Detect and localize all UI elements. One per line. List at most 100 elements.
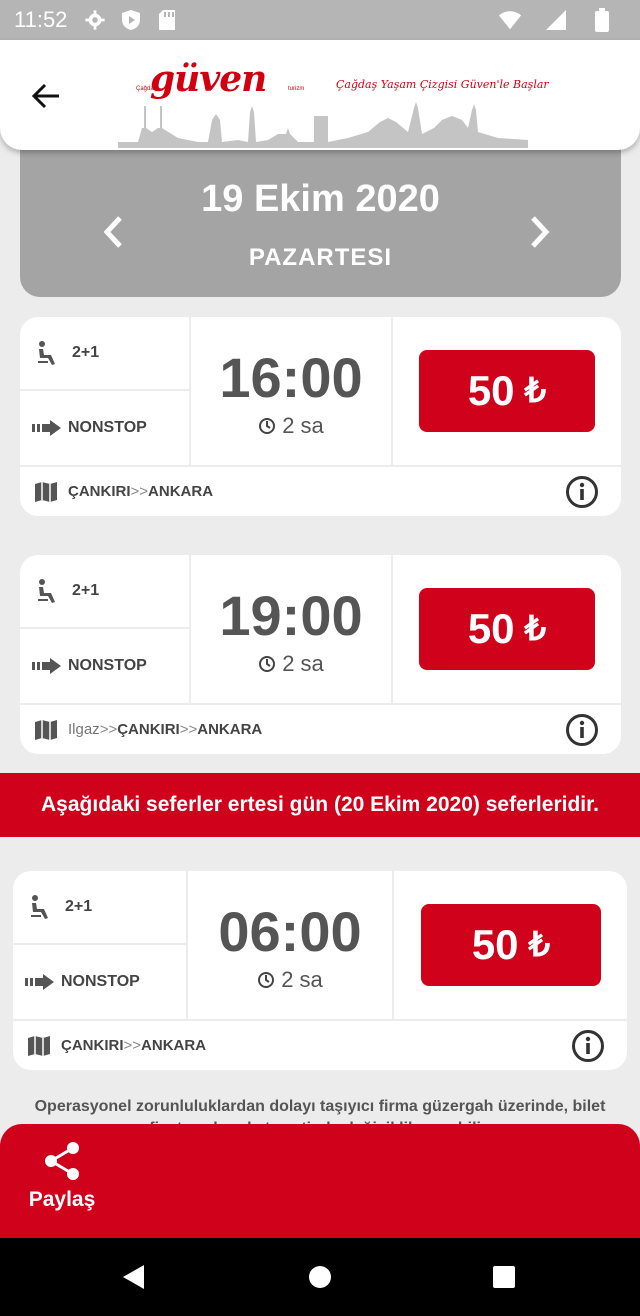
system-nav-bar <box>0 1238 640 1316</box>
chevron-right-icon <box>531 216 550 248</box>
trip-card[interactable]: 2+1 NONSTOP 06:00 2 sa 50 ₺ ÇANKIRI>>ANK… <box>13 871 627 1070</box>
seat-icon <box>38 579 55 603</box>
brand-logo: Çağdaş güven turizm Çağdaş Yaşam Çizgisi… <box>118 50 549 148</box>
price-column: 50 ₺ <box>394 871 627 1019</box>
route-stop: ÇANKIRI <box>61 1037 124 1054</box>
share-label: Paylaş <box>28 1188 96 1211</box>
stop-type-row: NONSTOP <box>20 391 189 465</box>
route-separator: >> <box>179 721 198 738</box>
route-stop: ANKARA <box>141 1037 207 1054</box>
square-recents-icon <box>493 1266 515 1288</box>
seat-icon <box>31 895 48 919</box>
arrow-right-icon <box>25 974 54 990</box>
duration: 2 sa <box>191 413 391 439</box>
stop-type: NONSTOP <box>61 973 140 990</box>
trip-card[interactable]: 2+1 NONSTOP 19:00 2 sa 50 ₺ Ilgaz>>ÇANKI… <box>20 555 621 754</box>
city-skyline-icon <box>118 102 528 148</box>
price-button[interactable]: 50 ₺ <box>421 904 601 986</box>
duration-text: 2 sa <box>281 967 323 992</box>
previous-day-button[interactable] <box>98 212 128 252</box>
back-button[interactable] <box>26 78 66 114</box>
route-prefix: Ilgaz <box>68 721 100 738</box>
price-value: 50 <box>467 605 515 652</box>
route-separator: >> <box>99 721 118 738</box>
seat-layout: 2+1 <box>65 898 93 915</box>
departure-time: 19:00 <box>219 584 363 647</box>
arrow-right-icon <box>32 658 61 674</box>
trip-info-button[interactable] <box>571 1029 605 1063</box>
shield-play-icon <box>119 8 143 32</box>
trip-info-button[interactable] <box>565 475 599 509</box>
triangle-back-icon <box>123 1265 144 1289</box>
route-stop: ÇANKIRI <box>68 483 131 500</box>
route-row: ÇANKIRI>>ANKARA <box>13 1019 627 1070</box>
route-row: ÇANKIRI>>ANKARA <box>20 465 621 516</box>
trip-info-column: 2+1 NONSTOP <box>20 555 191 703</box>
trip-info-column: 2+1 NONSTOP <box>20 317 191 465</box>
route-text: ÇANKIRI>>ANKARA <box>61 1037 206 1054</box>
stop-type: NONSTOP <box>68 419 147 436</box>
departure-column: 16:00 2 sa <box>191 317 393 465</box>
stop-type-row: NONSTOP <box>13 945 186 1019</box>
battery-icon <box>590 8 614 32</box>
info-icon <box>566 714 598 746</box>
route-text: ÇANKIRI>>ANKARA <box>68 483 213 500</box>
arrow-right-icon <box>32 420 61 436</box>
logo-text: güven <box>150 58 267 100</box>
map-icon <box>35 481 57 502</box>
price-column: 50 ₺ <box>393 317 621 465</box>
seat-layout: 2+1 <box>72 344 100 361</box>
seat-layout-row: 2+1 <box>20 317 189 391</box>
nav-back-button[interactable] <box>118 1262 148 1292</box>
route-separator: >> <box>130 483 149 500</box>
nav-home-button[interactable] <box>305 1262 335 1292</box>
share-icon <box>45 1142 79 1180</box>
map-icon <box>35 719 57 740</box>
arrow-left-icon <box>31 83 59 109</box>
next-day-button[interactable] <box>525 212 555 252</box>
currency-symbol: ₺ <box>524 610 547 648</box>
route-separator: >> <box>123 1037 142 1054</box>
logo-small-right: turizm <box>288 86 305 92</box>
price-value: 50 <box>471 921 519 968</box>
chevron-left-icon <box>103 216 122 248</box>
duration: 2 sa <box>191 651 391 677</box>
clock-icon <box>259 656 276 672</box>
seat-icon <box>38 341 55 365</box>
price-value: 50 <box>467 367 515 414</box>
circle-home-icon <box>309 1266 331 1288</box>
duration-text: 2 sa <box>282 413 324 438</box>
route-stop: ÇANKIRI <box>117 721 180 738</box>
departure-time: 16:00 <box>219 346 363 409</box>
trip-info-column: 2+1 NONSTOP <box>13 871 188 1019</box>
status-time: 11:52 <box>14 7 68 32</box>
status-bar: 11:52 <box>0 0 640 40</box>
seat-layout: 2+1 <box>72 582 100 599</box>
departure-column: 06:00 2 sa <box>188 871 394 1019</box>
price-button[interactable]: 50 ₺ <box>419 588 595 670</box>
route-text: Ilgaz>>ÇANKIRI>>ANKARA <box>68 721 262 738</box>
currency-symbol: ₺ <box>528 926 551 964</box>
clock-icon <box>259 418 276 434</box>
settings-gear-icon <box>83 8 107 32</box>
nav-recents-button[interactable] <box>489 1262 519 1292</box>
route-row: Ilgaz>>ÇANKIRI>>ANKARA <box>20 703 621 754</box>
signal-icon <box>544 8 568 32</box>
price-button[interactable]: 50 ₺ <box>419 350 595 432</box>
trip-card[interactable]: 2+1 NONSTOP 16:00 2 sa 50 ₺ ÇANKIRI>>ANK… <box>20 317 621 516</box>
trip-info-button[interactable] <box>565 713 599 747</box>
app-header: Çağdaş güven turizm Çağdaş Yaşam Çizgisi… <box>0 40 640 150</box>
departure-column: 19:00 2 sa <box>191 555 393 703</box>
seat-layout-row: 2+1 <box>13 871 186 945</box>
slogan: Çağdaş Yaşam Çizgisi Güven'le Başlar <box>336 78 549 91</box>
price-column: 50 ₺ <box>393 555 621 703</box>
share-button[interactable]: Paylaş <box>20 1140 104 1220</box>
wifi-icon <box>498 8 522 32</box>
sd-card-icon <box>155 8 179 32</box>
date-banner: 19 Ekim 2020 PAZARTESI <box>20 140 621 297</box>
next-day-notice: Aşağıdaki seferler ertesi gün (20 Ekim 2… <box>0 773 640 837</box>
departure-time: 06:00 <box>218 900 362 963</box>
info-icon <box>566 476 598 508</box>
stop-type: NONSTOP <box>68 657 147 674</box>
route-stop: ANKARA <box>148 483 214 500</box>
